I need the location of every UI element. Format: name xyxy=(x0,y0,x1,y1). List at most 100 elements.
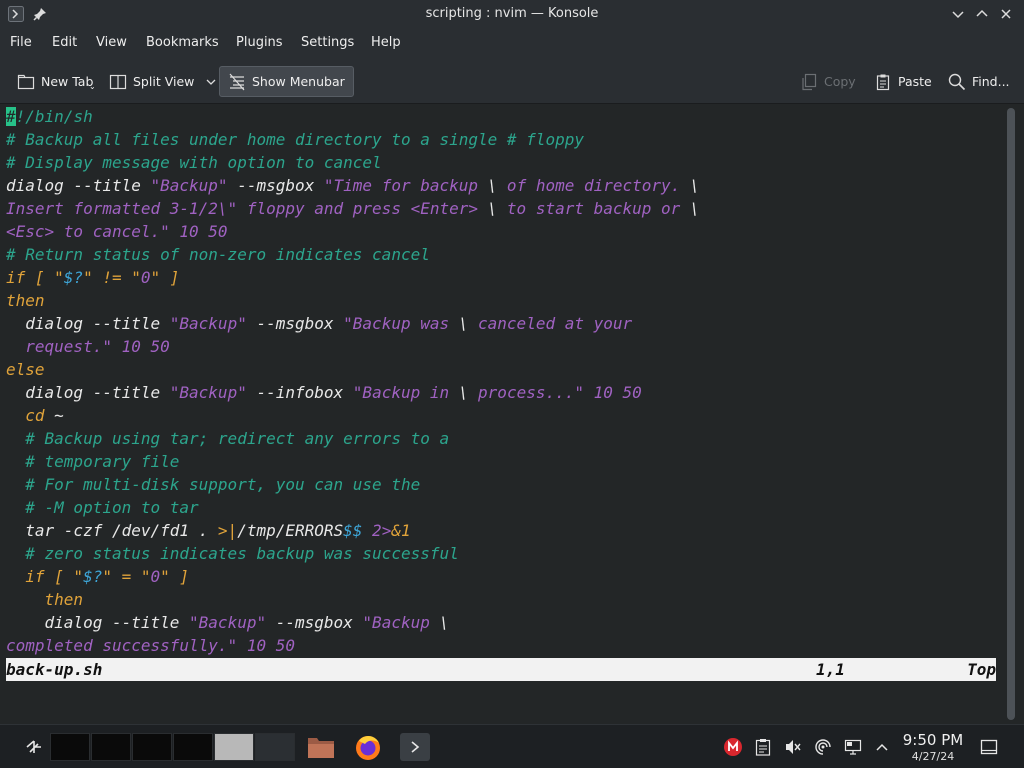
display-icon[interactable] xyxy=(843,737,863,757)
find-label: Find... xyxy=(972,74,1010,89)
code-line: # temporary file xyxy=(6,450,700,473)
show-menubar-button[interactable]: Show Menubar xyxy=(219,66,354,97)
code-token: --msgbox xyxy=(266,613,363,632)
chevron-down-icon[interactable] xyxy=(206,77,216,87)
split-view-icon xyxy=(109,74,127,89)
paste-icon xyxy=(876,74,890,90)
menu-bookmarks[interactable]: Bookmarks xyxy=(146,35,219,50)
code-line: dialog --title "Backup" --msgbox "Backup… xyxy=(6,312,700,335)
desktop-pager-5[interactable] xyxy=(214,733,254,761)
code-token: !/bin/sh xyxy=(15,107,93,126)
show-menubar-label: Show Menubar xyxy=(252,74,345,89)
status-cursor-position: 1,1 xyxy=(816,660,845,679)
code-line: if [ "$?" = "0" ] xyxy=(6,565,700,588)
dropdown-corner-icon: ⌄ xyxy=(89,82,96,91)
code-token: "Backup" xyxy=(169,314,247,333)
maximize-icon[interactable] xyxy=(972,4,992,24)
code-token: "Backup" xyxy=(150,176,228,195)
status-filename: back-up.sh xyxy=(6,660,103,679)
editor-buffer[interactable]: #!/bin/sh # Backup all files under home d… xyxy=(6,105,700,657)
code-token: request." 10 50 xyxy=(6,337,170,356)
code-line: dialog --title "Backup" --infobox "Backu… xyxy=(6,381,700,404)
code-token: tar -czf /dev/fd1 . xyxy=(6,521,218,540)
clipboard-icon[interactable] xyxy=(753,737,773,757)
menu-bar: File Edit View Bookmarks Plugins Setting… xyxy=(0,29,1024,58)
code-token: &1 xyxy=(391,521,411,540)
desktop-pager-2[interactable] xyxy=(91,733,131,761)
volume-muted-icon[interactable] xyxy=(783,737,803,757)
code-token: then xyxy=(6,291,45,310)
code-token: --msgbox xyxy=(246,314,344,333)
split-view-button[interactable]: Split View xyxy=(109,66,222,97)
paste-label: Paste xyxy=(898,74,932,89)
menu-edit[interactable]: Edit xyxy=(52,35,77,50)
copy-button[interactable]: Copy xyxy=(800,66,856,97)
code-token: cd xyxy=(6,406,45,425)
code-line: # Return status of non-zero indicates ca… xyxy=(6,243,700,266)
search-icon xyxy=(948,73,966,90)
firefox-icon[interactable] xyxy=(352,731,384,763)
code-token: --msgbox xyxy=(227,176,324,195)
show-desktop-icon[interactable] xyxy=(979,737,999,757)
status-scroll-position: Top xyxy=(967,660,996,679)
close-icon[interactable] xyxy=(996,4,1016,24)
desktop-pager-6[interactable] xyxy=(255,733,295,761)
new-tab-button[interactable]: New Tab ⌄ xyxy=(17,66,96,97)
scrollbar[interactable] xyxy=(1004,108,1018,720)
code-token: \ xyxy=(689,199,700,218)
find-button[interactable]: Find... xyxy=(948,66,1010,97)
new-tab-icon xyxy=(17,74,35,89)
menu-help[interactable]: Help xyxy=(371,35,401,50)
menu-settings[interactable]: Settings xyxy=(301,35,354,50)
code-token: then xyxy=(6,590,84,609)
paste-button[interactable]: Paste xyxy=(874,66,932,97)
code-token: \ xyxy=(689,176,700,195)
code-line: # -M option to tar xyxy=(6,496,700,519)
mega-icon[interactable] xyxy=(723,737,743,757)
scrollbar-thumb[interactable] xyxy=(1007,108,1015,720)
code-token: 0 xyxy=(150,567,161,586)
code-line: dialog --title "Backup" --msgbox "Time f… xyxy=(6,174,700,197)
code-token: "Backup xyxy=(362,613,440,632)
code-token: # Backup all files under home directory … xyxy=(6,130,584,149)
menu-plugins[interactable]: Plugins xyxy=(236,35,283,50)
copy-label: Copy xyxy=(824,74,856,89)
code-token: " ] xyxy=(150,268,180,287)
code-line: cd ~ xyxy=(6,404,700,427)
code-line: # For multi-disk support, you can use th… xyxy=(6,473,700,496)
title-bar: scripting : nvim — Konsole xyxy=(0,0,1024,29)
network-icon[interactable] xyxy=(813,737,833,757)
minimize-icon[interactable] xyxy=(948,4,968,24)
launcher-icon[interactable] xyxy=(24,737,44,757)
clock[interactable]: 9:50 PM 4/27/24 xyxy=(896,731,970,763)
desktop-pager-4[interactable] xyxy=(173,733,213,761)
code-line: Insert formatted 3-1/2\" floppy and pres… xyxy=(6,197,700,220)
code-line: <Esc> to cancel." 10 50 xyxy=(6,220,700,243)
code-line: completed successfully." 10 50 xyxy=(6,634,700,657)
code-token: "Backup" xyxy=(189,613,267,632)
code-token: canceled at your xyxy=(468,314,633,333)
new-tab-label: New Tab xyxy=(41,74,94,89)
desktop-pager-1[interactable] xyxy=(50,733,90,761)
menu-file[interactable]: File xyxy=(10,35,32,50)
code-line: # Backup all files under home directory … xyxy=(6,128,700,151)
desktop-pager-3[interactable] xyxy=(132,733,172,761)
code-token: 0 xyxy=(140,268,151,287)
code-token: if xyxy=(6,567,45,586)
code-token: to start backup or xyxy=(497,199,690,218)
code-line: if [ "$?" != "0" ] xyxy=(6,266,700,289)
code-token: # Backup using tar; redirect any errors … xyxy=(6,429,450,448)
terminal-view[interactable]: #!/bin/sh # Backup all files under home d… xyxy=(0,104,1024,724)
tray-expand-icon[interactable] xyxy=(872,737,892,757)
code-token: dialog --title xyxy=(6,314,170,333)
konsole-task-icon[interactable] xyxy=(400,733,430,761)
text-cursor: # xyxy=(6,107,16,126)
code-token: [ " xyxy=(44,567,84,586)
code-token: [ " xyxy=(25,268,64,287)
code-token: \ xyxy=(458,383,469,402)
file-manager-icon[interactable] xyxy=(305,731,337,763)
menu-view[interactable]: View xyxy=(96,35,127,50)
code-line: # Backup using tar; redirect any errors … xyxy=(6,427,700,450)
code-line: then xyxy=(6,588,700,611)
code-line: #!/bin/sh xyxy=(6,105,700,128)
